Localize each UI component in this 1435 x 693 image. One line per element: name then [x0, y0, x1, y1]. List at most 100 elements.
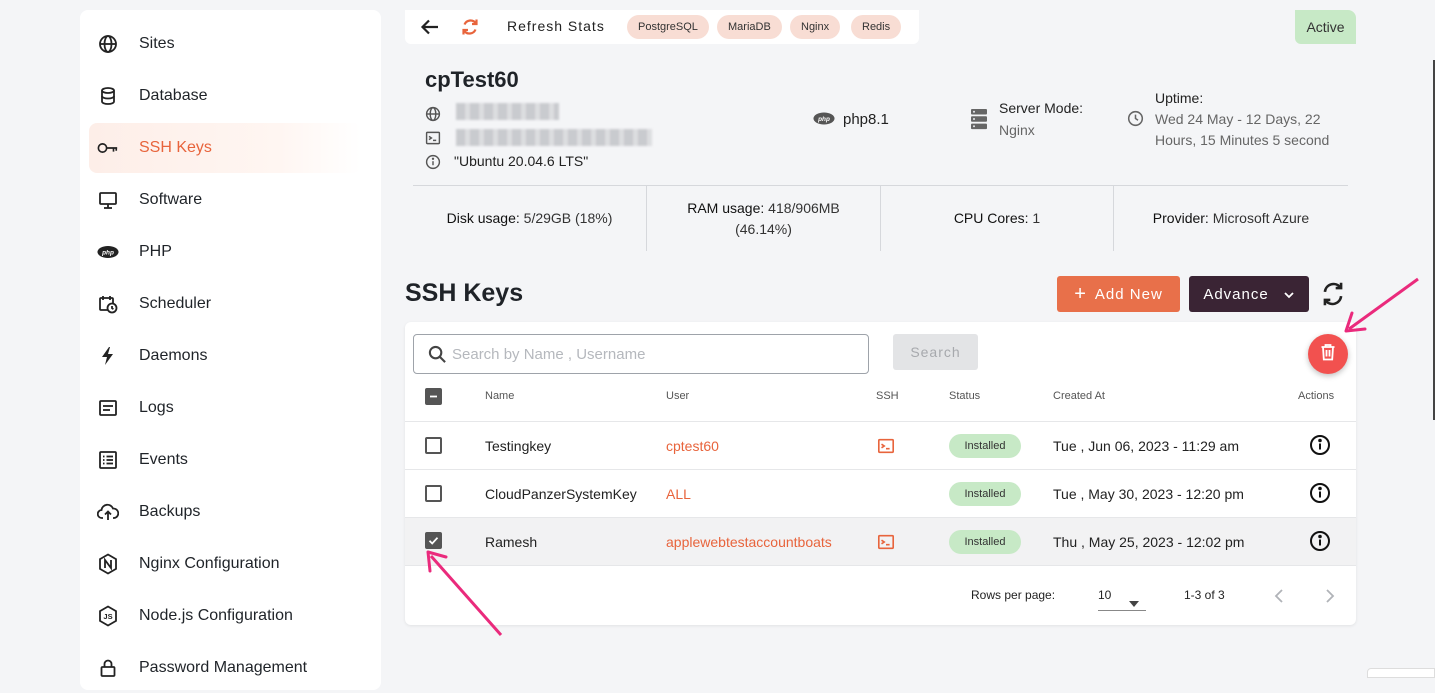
sidebar-item-label: Logs: [139, 399, 174, 416]
ram-usage-value: 418/906MB: [768, 199, 840, 216]
sidebar-item-label: Scheduler: [139, 295, 212, 312]
lock-icon: [97, 657, 119, 679]
column-header-status[interactable]: Status: [949, 390, 980, 402]
annotation-arrow: [426, 550, 503, 636]
sidebar-item-label: Node.js Configuration: [139, 607, 293, 624]
cpu-cores-value: 1: [1032, 210, 1041, 226]
sidebar-item-nginx-configuration[interactable]: Nginx Configuration: [89, 539, 361, 589]
row-checkbox[interactable]: [425, 437, 442, 454]
provider-label: Provider:: [1152, 210, 1209, 226]
refresh-icon[interactable]: [459, 16, 481, 43]
column-header-created-at[interactable]: Created At: [1053, 390, 1105, 402]
php-version: php8.1: [843, 111, 889, 128]
sidebar-item-label: Software: [139, 191, 203, 208]
sidebar-item-ssh-keys[interactable]: SSH Keys: [89, 123, 361, 173]
svg-text:JS: JS: [103, 612, 112, 621]
rows-per-page-label: Rows per page:: [971, 588, 1056, 602]
provider-stat: Provider: Microsoft Azure: [1114, 186, 1348, 251]
sidebar-item-events[interactable]: Events: [89, 435, 361, 485]
calendar-clock-icon: [97, 293, 119, 315]
advance-label: Advance: [1203, 285, 1269, 303]
key-user: ALL: [666, 486, 691, 502]
row-checkbox[interactable]: [425, 485, 442, 502]
server-status-badge: Active: [1295, 10, 1356, 44]
ram-usage-percent: (46.14%): [735, 220, 792, 237]
server-mode-label: Server Mode:: [999, 100, 1084, 116]
sidebar-item-database[interactable]: Database: [89, 71, 361, 121]
provider-value: Microsoft Azure: [1212, 210, 1310, 226]
sidebar-item-label: SSH Keys: [139, 139, 212, 156]
ram-usage-stat: RAM usage: 418/906MB (46.14%): [647, 186, 880, 251]
sidebar-item-daemons[interactable]: Daemons: [89, 331, 361, 381]
annotation-arrow: [1344, 277, 1419, 333]
caret-down-icon: [1129, 594, 1139, 612]
sidebar-item-password-management[interactable]: Password Management: [89, 643, 361, 693]
key-name: CloudPanzerSystemKey: [485, 486, 637, 502]
info-icon: [425, 154, 441, 175]
search-icon: [428, 345, 447, 369]
cloud-upload-icon: [97, 501, 119, 523]
server-icon: [970, 108, 988, 135]
disk-usage-label: Disk usage:: [446, 210, 520, 226]
status-badge: Installed: [949, 434, 1021, 458]
sidebar-item-software[interactable]: Software: [89, 175, 361, 225]
created-at: Tue , Jun 06, 2023 - 11:29 am: [1053, 438, 1240, 454]
sidebar-item-nodejs-configuration[interactable]: JS Node.js Configuration: [89, 591, 361, 641]
cpu-cores-label: CPU Cores:: [953, 210, 1029, 226]
rows-per-page-select[interactable]: 10: [1098, 583, 1146, 611]
column-header-user[interactable]: User: [666, 390, 689, 402]
select-all-checkbox[interactable]: [425, 388, 442, 405]
search-input[interactable]: [452, 342, 852, 366]
key-user: cptest60: [666, 438, 719, 454]
sidebar-item-backups[interactable]: Backups: [89, 487, 361, 537]
ssh-terminal-icon[interactable]: [877, 533, 895, 556]
disk-usage-value: 5/29GB (18%): [523, 210, 613, 226]
status-badge: Installed: [949, 530, 1021, 554]
info-icon[interactable]: [1309, 434, 1331, 461]
svg-text:php: php: [101, 249, 114, 256]
cpu-cores-stat: CPU Cores: 1: [881, 186, 1113, 251]
chevron-down-icon: [1283, 286, 1295, 303]
php-icon: php: [97, 241, 119, 263]
server-toolbar: Refresh Stats PostgreSQL MariaDB Nginx R…: [405, 10, 919, 44]
add-new-button[interactable]: + Add New: [1057, 276, 1180, 312]
key-icon: [97, 137, 119, 159]
back-arrow-icon[interactable]: [419, 16, 441, 43]
sidebar-item-sites[interactable]: Sites: [89, 19, 361, 69]
sidebar-item-scheduler[interactable]: Scheduler: [89, 279, 361, 329]
column-header-name[interactable]: Name: [485, 390, 514, 402]
refresh-stats-button[interactable]: Refresh Stats: [507, 18, 605, 34]
chevron-left-icon[interactable]: [1274, 589, 1284, 608]
sidebar-item-label: Backups: [139, 503, 201, 520]
sidebar-item-logs[interactable]: Logs: [89, 383, 361, 433]
sidebar-item-label: Nginx Configuration: [139, 555, 280, 572]
delete-selected-button[interactable]: [1308, 334, 1348, 374]
info-icon[interactable]: [1309, 482, 1331, 509]
search-field[interactable]: [413, 334, 869, 374]
redacted-ssh-address: [456, 129, 652, 146]
svg-text:php: php: [817, 116, 830, 123]
status-badge: Installed: [949, 482, 1021, 506]
globe-icon: [97, 33, 119, 55]
service-badge-redis: Redis: [851, 15, 902, 39]
php-icon: php: [813, 112, 835, 130]
monitor-icon: [97, 189, 119, 211]
info-icon[interactable]: [1309, 530, 1331, 557]
sidebar-item-php[interactable]: php PHP: [89, 227, 361, 277]
uptime-value: Wed 24 May - 12 Days, 22 Hours, 15 Minut…: [1155, 111, 1330, 148]
floating-widget: [1367, 668, 1435, 678]
ssh-terminal-icon[interactable]: [877, 437, 895, 460]
disk-usage-stat: Disk usage: 5/29GB (18%): [413, 186, 646, 251]
server-mode-value: Nginx: [999, 122, 1035, 138]
list-icon: [97, 449, 119, 471]
sidebar-item-label: Sites: [139, 35, 175, 52]
pagination-range: 1-3 of 3: [1184, 588, 1225, 602]
add-new-label: Add New: [1094, 285, 1163, 303]
logs-icon: [97, 397, 119, 419]
os-version: "Ubuntu 20.04.6 LTS": [454, 153, 589, 169]
advance-dropdown-button[interactable]: Advance: [1189, 276, 1309, 312]
search-button[interactable]: Search: [893, 334, 978, 370]
bolt-icon: [97, 345, 119, 367]
page-title: SSH Keys: [405, 279, 524, 307]
chevron-right-icon[interactable]: [1325, 589, 1335, 608]
